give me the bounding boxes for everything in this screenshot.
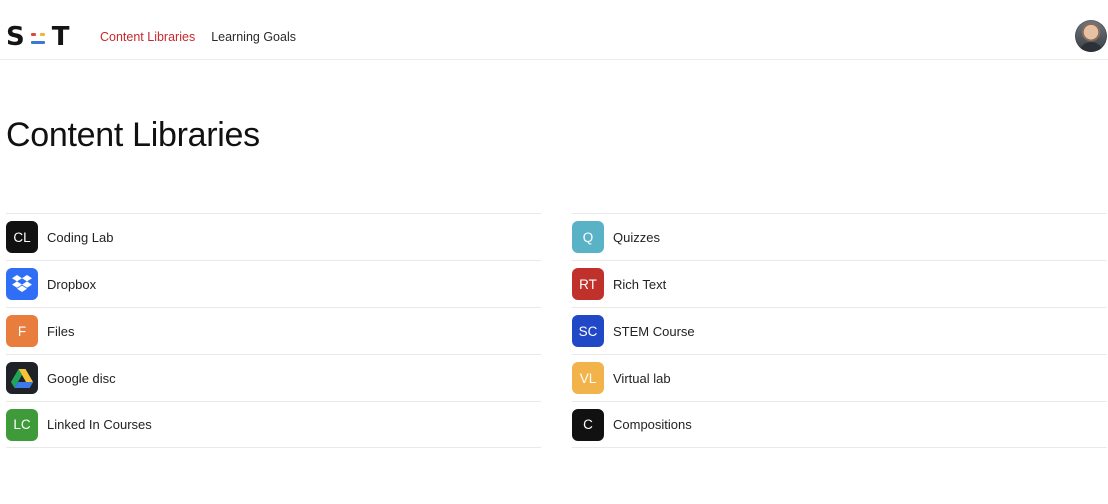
library-label: Files (47, 323, 75, 339)
cl-badge-icon: CL (6, 221, 38, 253)
set-logo[interactable]: S T (6, 22, 70, 52)
library-item-google-disc[interactable]: Google disc (6, 354, 541, 401)
library-label: Google disc (47, 370, 116, 386)
f-badge-icon: F (6, 315, 38, 347)
library-item-dropbox[interactable]: Dropbox (6, 260, 541, 307)
lc-badge-icon: LC (6, 408, 38, 441)
library-label: Coding Lab (47, 229, 114, 245)
libraries-list-right: Q Quizzes RT Rich Text SC STEM Course VL… (572, 213, 1107, 448)
main-nav: Content Libraries Learning Goals (100, 30, 296, 44)
library-item-rich-text[interactable]: RT Rich Text (572, 260, 1107, 307)
top-navigation-bar: S T Content Libraries Learning Goals (0, 0, 1108, 60)
nav-content-libraries[interactable]: Content Libraries (100, 30, 195, 44)
logo-letter-t: T (51, 22, 71, 52)
library-item-files[interactable]: F Files (6, 307, 541, 354)
logo-letter-s: S (6, 22, 26, 52)
libraries-list-left: CL Coding Lab Dropbox F Files Google dis… (6, 213, 541, 448)
library-label: STEM Course (613, 323, 695, 339)
library-label: Quizzes (613, 229, 660, 245)
rt-badge-icon: RT (572, 268, 604, 300)
library-item-linkedin-courses[interactable]: LC Linked In Courses (6, 401, 541, 448)
library-label: Linked In Courses (47, 417, 152, 432)
sc-badge-icon: SC (572, 315, 604, 347)
vl-badge-icon: VL (572, 362, 604, 394)
logo-bars-icon (30, 27, 48, 47)
library-label: Dropbox (47, 276, 97, 292)
library-item-virtual-lab[interactable]: VL Virtual lab (572, 354, 1107, 401)
page-title: Content Libraries (6, 116, 260, 154)
google-drive-icon (6, 362, 38, 394)
library-item-quizzes[interactable]: Q Quizzes (572, 213, 1107, 260)
library-label: Virtual lab (613, 370, 671, 386)
library-item-coding-lab[interactable]: CL Coding Lab (6, 213, 541, 260)
library-label: Compositions (613, 417, 692, 432)
dropbox-icon (6, 268, 38, 300)
library-label: Rich Text (613, 276, 667, 292)
nav-learning-goals[interactable]: Learning Goals (211, 30, 296, 44)
library-item-stem-course[interactable]: SC STEM Course (572, 307, 1107, 354)
c-badge-icon: C (572, 408, 604, 441)
user-avatar[interactable] (1075, 20, 1107, 52)
library-item-compositions[interactable]: C Compositions (572, 401, 1107, 448)
q-badge-icon: Q (572, 221, 604, 253)
